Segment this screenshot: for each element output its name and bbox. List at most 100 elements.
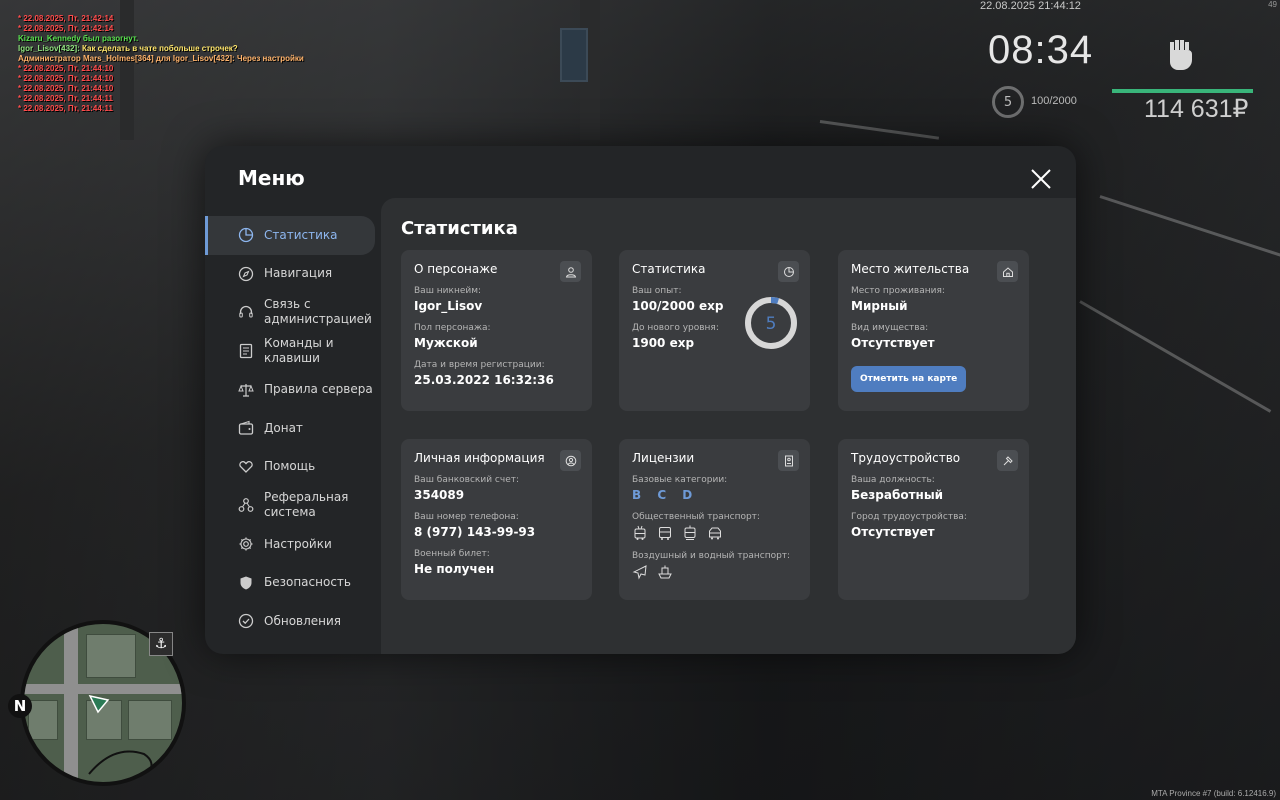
card-personal: Личная информация Ваш банковский счет: 3… bbox=[401, 439, 592, 600]
hud-money: 114 631₽ bbox=[1144, 95, 1249, 123]
reg-label: Дата и время регистрации: bbox=[414, 360, 545, 370]
level-number: 5 bbox=[766, 314, 777, 334]
card-title: Личная информация bbox=[414, 451, 545, 465]
card-title: Лицензии bbox=[632, 451, 695, 465]
compass-icon bbox=[238, 266, 254, 282]
base-categories-value: B C D bbox=[632, 488, 699, 502]
sidebar-item-label: Навигация bbox=[264, 266, 333, 281]
document-icon bbox=[239, 343, 253, 359]
military-label: Военный билет: bbox=[414, 549, 490, 559]
sidebar-item-label: Безопасность bbox=[264, 575, 351, 590]
sidebar-item-rules[interactable]: Правила сервера bbox=[205, 370, 381, 409]
chat-line: * 22.08.2025, Пт, 21:44:11 bbox=[18, 104, 113, 113]
place-label: Место проживания: bbox=[851, 286, 945, 296]
chat-line: * 22.08.2025, Пт, 21:44:10 bbox=[18, 84, 114, 93]
menu-window: Меню Статистика Навигация Связь с админи… bbox=[205, 146, 1076, 654]
gear-icon bbox=[239, 537, 253, 551]
air-water-label: Воздушный и водный транспорт: bbox=[632, 551, 791, 561]
card-title: Место жительства bbox=[851, 262, 970, 276]
sidebar-item-security[interactable]: Безопасность bbox=[205, 563, 381, 602]
sidebar-item-label: Настройки bbox=[264, 536, 332, 551]
chat-line: Kizaru_Kennedy был разогнут. bbox=[18, 34, 139, 43]
card-employment: Трудоустройство Ваша должность: Безработ… bbox=[838, 439, 1029, 600]
heart-hand-icon bbox=[239, 460, 253, 473]
chat-line: Igor_Lisov[432]: Как сделать в чате побо… bbox=[18, 44, 238, 53]
position-value: Безработный bbox=[851, 488, 944, 502]
card-title: Трудоустройство bbox=[851, 451, 961, 465]
sidebar-item-help[interactable]: Помощь bbox=[205, 448, 381, 487]
position-label: Ваша должность: bbox=[851, 475, 935, 485]
hud-exp: 100/2000 bbox=[1031, 95, 1077, 107]
sidebar-item-label: Донат bbox=[264, 420, 303, 435]
user-circle-icon bbox=[560, 450, 581, 471]
place-value: Мирный bbox=[851, 299, 908, 313]
gender-label: Пол персонажа: bbox=[414, 323, 491, 333]
card-residence: Место жительства Место проживания: Мирны… bbox=[838, 250, 1029, 411]
sidebar-item-label: Обновления bbox=[264, 613, 342, 628]
menu-title: Меню bbox=[238, 166, 305, 190]
hud-clock: 08:34 bbox=[988, 28, 1094, 72]
work-city-value: Отсутствует bbox=[851, 525, 935, 539]
trolleybus-icon bbox=[634, 525, 646, 540]
sidebar-item-commands[interactable]: Команды и клавиши bbox=[205, 332, 381, 371]
sidebar-item-navigation[interactable]: Навигация bbox=[205, 255, 381, 294]
sidebar-item-label: Помощь bbox=[264, 459, 316, 474]
boat-icon bbox=[658, 565, 672, 579]
hud-datetime: 22.08.2025 21:44:12 bbox=[980, 0, 1081, 12]
content-panel: Статистика О персонаже Ваш никнейм: Igor… bbox=[381, 198, 1076, 654]
chat-line: * 22.08.2025, Пт, 21:42:14 bbox=[18, 14, 114, 23]
pie-chart-icon bbox=[238, 228, 254, 243]
headset-icon bbox=[239, 306, 253, 318]
hammer-icon bbox=[997, 450, 1018, 471]
hud-health-bar bbox=[1112, 89, 1253, 93]
wallet-icon bbox=[238, 421, 254, 435]
fist-icon bbox=[1170, 40, 1192, 70]
id-card-icon bbox=[778, 450, 799, 471]
sidebar-item-admin-contact[interactable]: Связь с администрацией bbox=[205, 293, 381, 332]
sidebar-item-referral[interactable]: Реферальная система bbox=[205, 486, 381, 525]
build-info: MTA Province #7 (build: 6.12416.9) bbox=[1151, 789, 1276, 798]
anchor-icon: ⚓ bbox=[149, 632, 173, 656]
sidebar-item-settings[interactable]: Настройки bbox=[205, 525, 381, 564]
card-stats: Статистика Ваш опыт: 100/2000 exp До нов… bbox=[619, 250, 810, 411]
military-value: Не получен bbox=[414, 562, 495, 576]
pie-chart-icon bbox=[778, 261, 799, 282]
chat-log: * 22.08.2025, Пт, 21:42:14 * 22.08.2025,… bbox=[18, 14, 304, 114]
exp-label: Ваш опыт: bbox=[632, 286, 682, 296]
public-transport-icons bbox=[632, 525, 797, 541]
air-water-icons bbox=[632, 564, 797, 580]
card-title: Статистика bbox=[632, 262, 706, 276]
bank-label: Ваш банковский счет: bbox=[414, 475, 520, 485]
chat-line: * 22.08.2025, Пт, 21:44:10 bbox=[18, 74, 114, 83]
sidebar-item-updates[interactable]: Обновления bbox=[205, 602, 381, 641]
sidebar-item-stats[interactable]: Статистика bbox=[205, 216, 375, 255]
card-licenses: Лицензии Базовые категории: B C D Общест… bbox=[619, 439, 810, 600]
minibus-icon bbox=[709, 527, 721, 540]
sidebar-item-label: Реферальная система bbox=[264, 490, 349, 520]
chat-line: * 22.08.2025, Пт, 21:42:14 bbox=[18, 24, 114, 33]
chat-line: * 22.08.2025, Пт, 21:44:10 bbox=[18, 64, 114, 73]
mark-on-map-button[interactable]: Отметить на карте bbox=[851, 366, 967, 392]
property-label: Вид имущества: bbox=[851, 323, 929, 333]
sidebar-item-donate[interactable]: Донат bbox=[205, 409, 381, 448]
referral-icon bbox=[238, 498, 254, 513]
card-title: О персонаже bbox=[414, 262, 498, 276]
shield-icon bbox=[240, 576, 252, 590]
close-icon[interactable] bbox=[1030, 168, 1052, 190]
nick-value: Igor_Lisov bbox=[414, 299, 483, 313]
phone-label: Ваш номер телефона: bbox=[414, 512, 519, 522]
nick-label: Ваш никнейм: bbox=[414, 286, 482, 296]
gender-value: Мужской bbox=[414, 336, 478, 350]
tram-icon bbox=[684, 525, 696, 540]
check-circle-icon bbox=[238, 614, 254, 629]
public-transport-label: Общественный транспорт: bbox=[632, 512, 760, 522]
chat-line: * 22.08.2025, Пт, 21:44:11 bbox=[18, 94, 113, 103]
bus-icon bbox=[659, 527, 671, 540]
card-character: О персонаже Ваш никнейм: Igor_Lisov Пол … bbox=[401, 250, 592, 411]
property-value: Отсутствует bbox=[851, 336, 935, 350]
page-title: Статистика bbox=[401, 218, 518, 239]
minimap-north: N bbox=[8, 694, 32, 718]
level-progress-ring: 5 bbox=[745, 297, 797, 349]
user-icon bbox=[560, 261, 581, 282]
home-icon bbox=[997, 261, 1018, 282]
